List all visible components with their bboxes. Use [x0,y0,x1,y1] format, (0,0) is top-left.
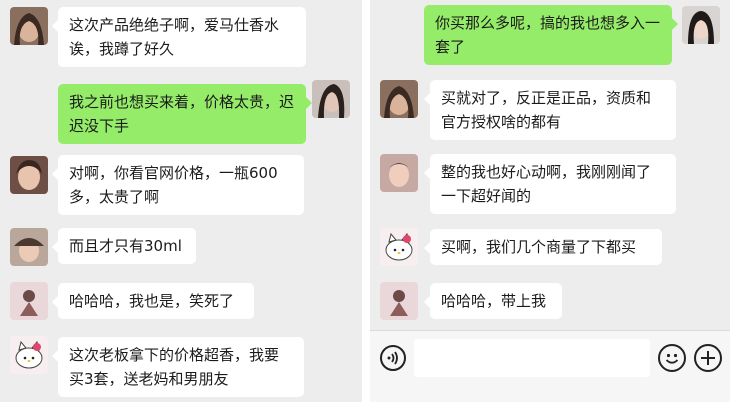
message-bubble-sent[interactable]: 你买那么多呢，搞的我也想多入一套了 [424,5,678,65]
avatar-woman-long-hair[interactable] [380,80,418,118]
message-text: 你买那么多呢，搞的我也想多入一套了 [435,14,661,56]
message-bubble[interactable]: 哈哈哈，我也是，笑死了 [52,283,254,319]
message-bubble[interactable]: 买就对了，反正是正品，资质和官方授权啥的都有 [424,80,676,140]
message-text-input[interactable] [414,339,650,377]
message-bubble[interactable]: 这次产品绝绝子啊，爱马仕香水诶，我蹲了好久 [52,7,306,67]
avatar-woman-portrait[interactable] [312,80,350,118]
message-text: 而且才只有30ml [69,237,182,255]
message-text: 买啊，我们几个商量了下都买 [441,238,637,256]
avatar-child-pink[interactable] [380,154,418,192]
left-chat-panel: 这次产品绝绝子啊，爱马仕香水诶，我蹲了好久 我之前也想买来着，价格太贵，迟迟没下… [0,0,362,402]
chat-screenshots-collage: 这次产品绝绝子啊，爱马仕香水诶，我蹲了好久 我之前也想买来着，价格太贵，迟迟没下… [0,0,730,402]
avatar-woman-dark-hair[interactable] [682,6,720,44]
right-chat-panel: 你买那么多呢，搞的我也想多入一套了 买就对了，反正是正品，资质和官方授权啥的都有… [370,0,730,402]
plus-icon[interactable] [694,344,722,372]
avatar-girl-hat[interactable] [10,228,48,266]
avatar-figure-pink[interactable] [10,282,48,320]
message-bubble[interactable]: 哈哈哈，带上我 [424,283,562,319]
message-text: 这次老板拿下的价格超香，我要买3套，送老妈和男朋友 [69,346,280,388]
avatar-figure-pink[interactable] [380,282,418,320]
message-input-bar [370,330,730,402]
message-bubble[interactable]: 对啊，你看官网价格，一瓶600多，太贵了啊 [52,155,304,215]
emoji-icon[interactable] [658,344,686,372]
avatar-woman-long-hair[interactable] [10,7,48,45]
message-bubble[interactable]: 买啊，我们几个商量了下都买 [424,229,662,265]
message-text: 对啊，你看官网价格，一瓶600多，太贵了啊 [69,164,278,206]
message-bubble[interactable]: 而且才只有30ml [52,228,196,264]
message-text: 整的我也好心动啊，我刚刚闻了一下超好闻的 [441,163,652,205]
avatar-hello-kitty[interactable] [380,228,418,266]
message-text: 哈哈哈，带上我 [441,292,547,310]
message-bubble[interactable]: 这次老板拿下的价格超香，我要买3套，送老妈和男朋友 [52,337,304,397]
avatar-woman-face[interactable] [10,156,48,194]
message-bubble-sent[interactable]: 我之前也想买来着，价格太贵，迟迟没下手 [58,84,312,144]
avatar-hello-kitty[interactable] [10,336,48,374]
message-text: 我之前也想买来着，价格太贵，迟迟没下手 [69,93,295,135]
message-text: 哈哈哈，我也是，笑死了 [69,292,235,310]
voice-icon[interactable] [380,345,406,371]
message-bubble[interactable]: 整的我也好心动啊，我刚刚闻了一下超好闻的 [424,154,676,214]
message-text: 买就对了，反正是正品，资质和官方授权啥的都有 [441,89,652,131]
message-text: 这次产品绝绝子啊，爱马仕香水诶，我蹲了好久 [69,16,280,58]
